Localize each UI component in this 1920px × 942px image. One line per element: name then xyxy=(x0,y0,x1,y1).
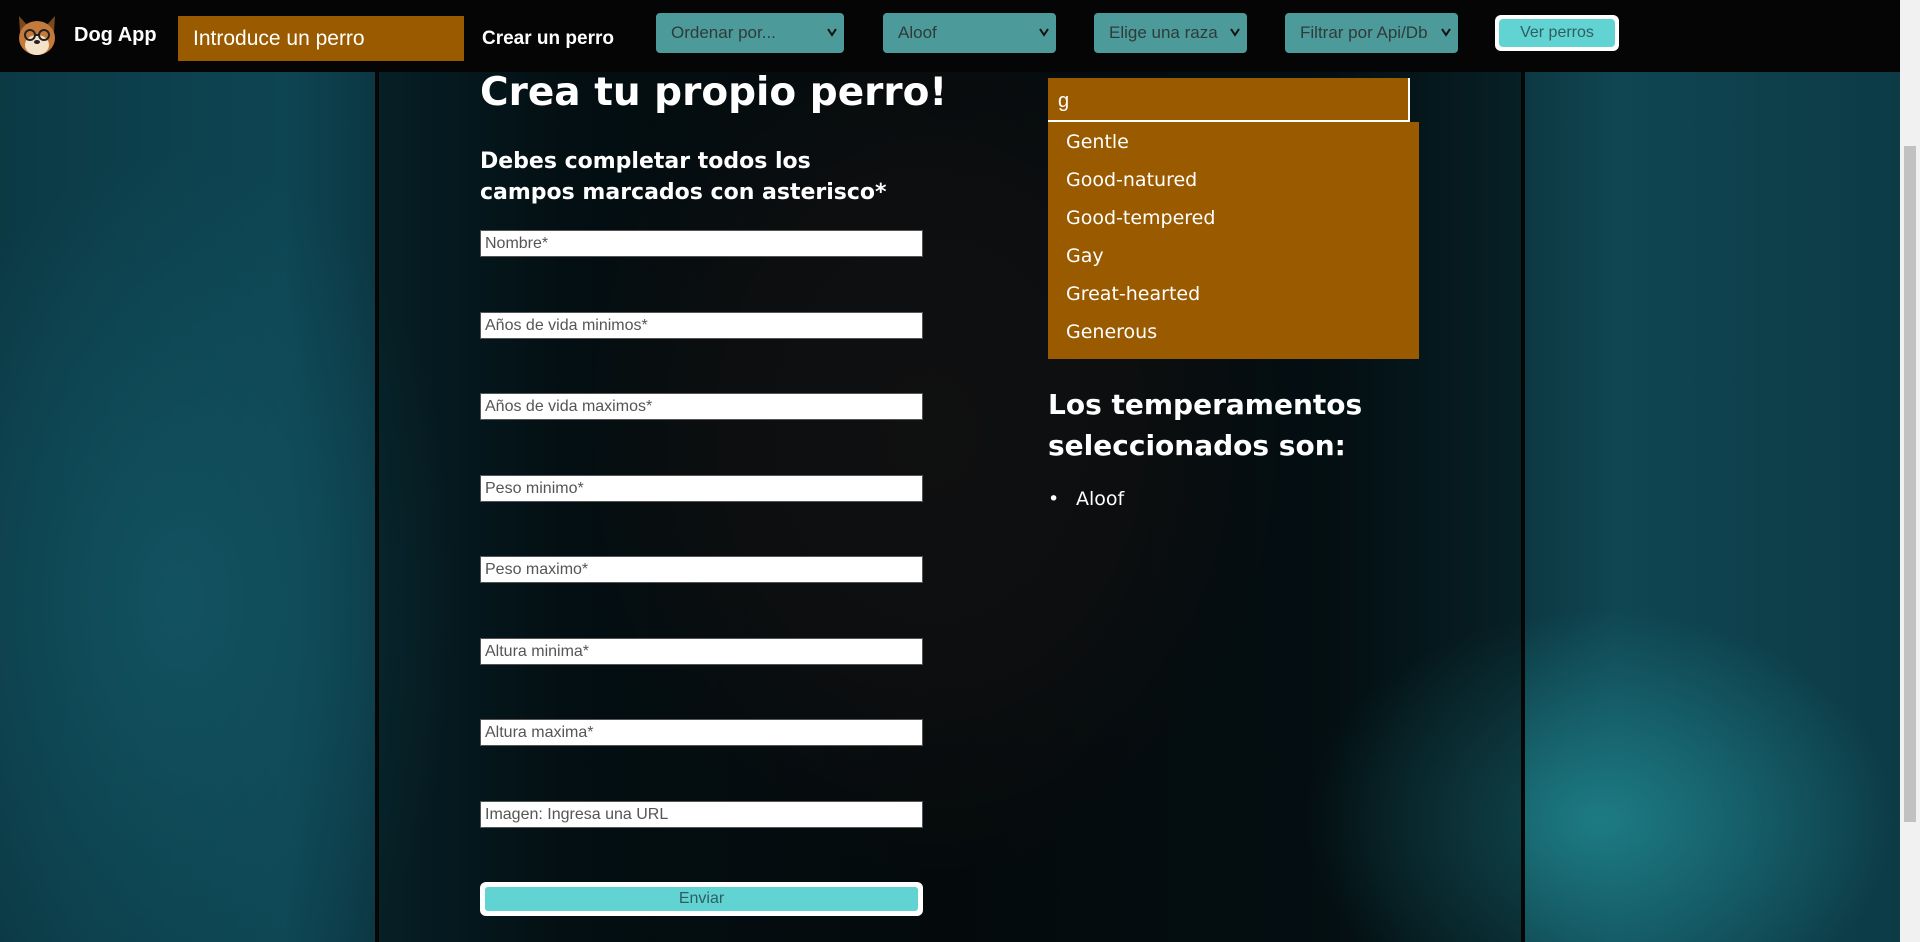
page-title: Crea tu propio perro! xyxy=(480,70,948,115)
selected-temperaments-list: Aloof xyxy=(1048,488,1124,510)
weight-min-field[interactable] xyxy=(480,475,923,502)
dog-search-input[interactable] xyxy=(178,16,464,61)
temperament-filter-select[interactable]: Aloof xyxy=(883,13,1056,53)
temperament-suggestions: Gentle Good-natured Good-tempered Gay Gr… xyxy=(1048,122,1419,359)
chevron-down-icon xyxy=(1441,28,1451,37)
source-filter-value: Filtrar por Api/Db xyxy=(1300,23,1428,42)
submit-button[interactable]: Enviar xyxy=(480,882,923,916)
temperament-filter-value: Aloof xyxy=(898,23,937,42)
create-dog-link[interactable]: Crear un perro xyxy=(482,28,614,50)
height-min-field[interactable] xyxy=(480,638,923,665)
view-dogs-label: Ver perros xyxy=(1499,19,1615,47)
scrollbar-thumb[interactable] xyxy=(1904,146,1916,822)
chevron-down-icon xyxy=(1039,28,1049,37)
image-url-field[interactable] xyxy=(480,801,923,828)
dog-logo-icon[interactable] xyxy=(14,12,60,58)
top-navbar: Dog App Crear un perro Ordenar por... Al… xyxy=(0,0,1900,72)
submit-label: Enviar xyxy=(485,887,918,911)
life-min-field[interactable] xyxy=(480,312,923,339)
chevron-down-icon xyxy=(1230,28,1240,37)
temperament-option[interactable]: Good-natured xyxy=(1048,160,1419,198)
sort-select-value: Ordenar por... xyxy=(671,23,776,42)
breed-select-value: Elige una raza xyxy=(1109,23,1218,42)
temperament-search-input[interactable] xyxy=(1048,78,1410,122)
name-field[interactable] xyxy=(480,230,923,257)
app-brand[interactable]: Dog App xyxy=(74,24,157,47)
source-filter-select[interactable]: Filtrar por Api/Db xyxy=(1285,13,1458,53)
life-max-field[interactable] xyxy=(480,393,923,420)
chevron-down-icon xyxy=(827,28,837,37)
temperament-option[interactable]: Good-tempered xyxy=(1048,198,1419,236)
temperament-option[interactable]: Gentle xyxy=(1048,122,1419,160)
weight-max-field[interactable] xyxy=(480,556,923,583)
view-dogs-button[interactable]: Ver perros xyxy=(1495,15,1619,51)
temperament-option[interactable]: Great-hearted xyxy=(1048,274,1419,312)
sort-select[interactable]: Ordenar por... xyxy=(656,13,844,53)
selected-temperament-item[interactable]: Aloof xyxy=(1048,488,1124,510)
breed-select[interactable]: Elige una raza xyxy=(1094,13,1247,53)
page-scrollbar[interactable] xyxy=(1900,0,1920,942)
height-max-field[interactable] xyxy=(480,719,923,746)
temperament-option[interactable]: Generous xyxy=(1048,312,1419,350)
selected-temperaments-heading: Los temperamentos seleccionados son: xyxy=(1048,388,1363,462)
form-instructions: Debes completar todos los campos marcado… xyxy=(480,149,887,205)
temperament-option[interactable]: Gay xyxy=(1048,236,1419,274)
